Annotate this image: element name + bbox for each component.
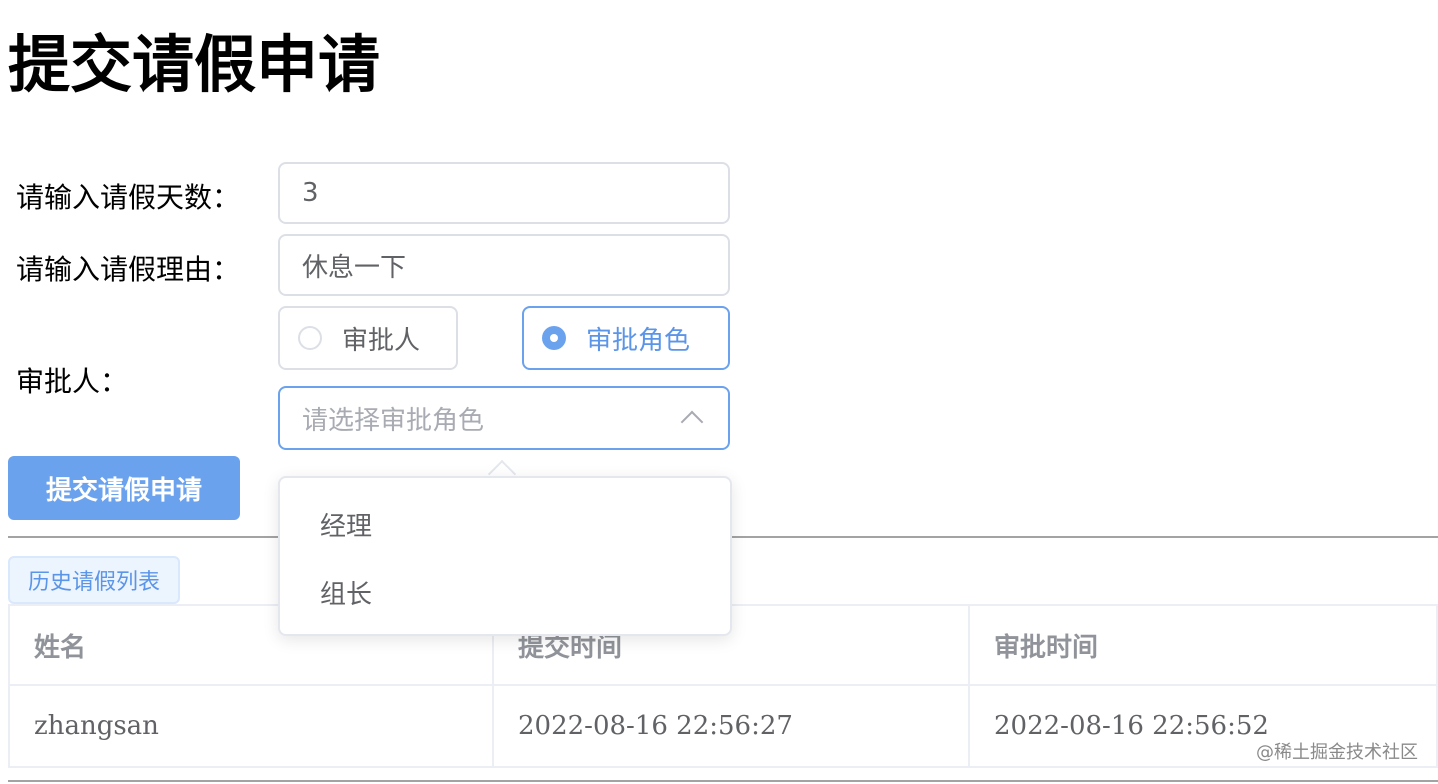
cell-submit-time: 2022-08-16 22:56:27 <box>492 684 970 768</box>
radio-approver-label: 审批人 <box>342 325 421 356</box>
approver-label: 审批人： <box>16 365 129 398</box>
cell-name: zhangsan <box>8 684 494 768</box>
dropdown-option-manager[interactable]: 经理 <box>280 490 730 558</box>
role-select[interactable]: 请选择审批角色 <box>278 386 730 450</box>
days-label: 请输入请假天数： <box>16 181 241 214</box>
watermark: @稀土掘金技术社区 <box>1256 742 1418 763</box>
submit-leave-button[interactable]: 提交请假申请 <box>8 456 240 520</box>
page-title: 提交请假申请 <box>8 28 381 101</box>
table-row: zhangsan 2022-08-16 22:56:27 2022-08-16 … <box>8 684 1438 768</box>
radio-approver[interactable]: 审批人 <box>278 306 458 370</box>
history-tag: 历史请假列表 <box>8 556 181 604</box>
radio-approver-role[interactable]: 审批角色 <box>522 306 730 370</box>
column-header-approve-time: 审批时间 <box>968 604 1438 686</box>
reason-input[interactable] <box>278 234 730 296</box>
radio-unchecked-icon <box>298 326 322 350</box>
reason-label: 请输入请假理由： <box>16 253 241 286</box>
days-input[interactable] <box>278 162 730 224</box>
divider-bottom <box>8 780 1438 782</box>
dropdown-option-team-lead[interactable]: 组长 <box>280 558 730 626</box>
role-select-placeholder: 请选择审批角色 <box>302 405 485 436</box>
role-dropdown: 经理 组长 <box>278 476 732 636</box>
radio-checked-icon <box>542 326 566 350</box>
page: 提交请假申请 请输入请假天数： 请输入请假理由： 审批人： 审批人 审批角色 请… <box>0 0 1438 784</box>
chevron-up-icon <box>680 410 704 434</box>
radio-approver-role-label: 审批角色 <box>586 325 691 356</box>
